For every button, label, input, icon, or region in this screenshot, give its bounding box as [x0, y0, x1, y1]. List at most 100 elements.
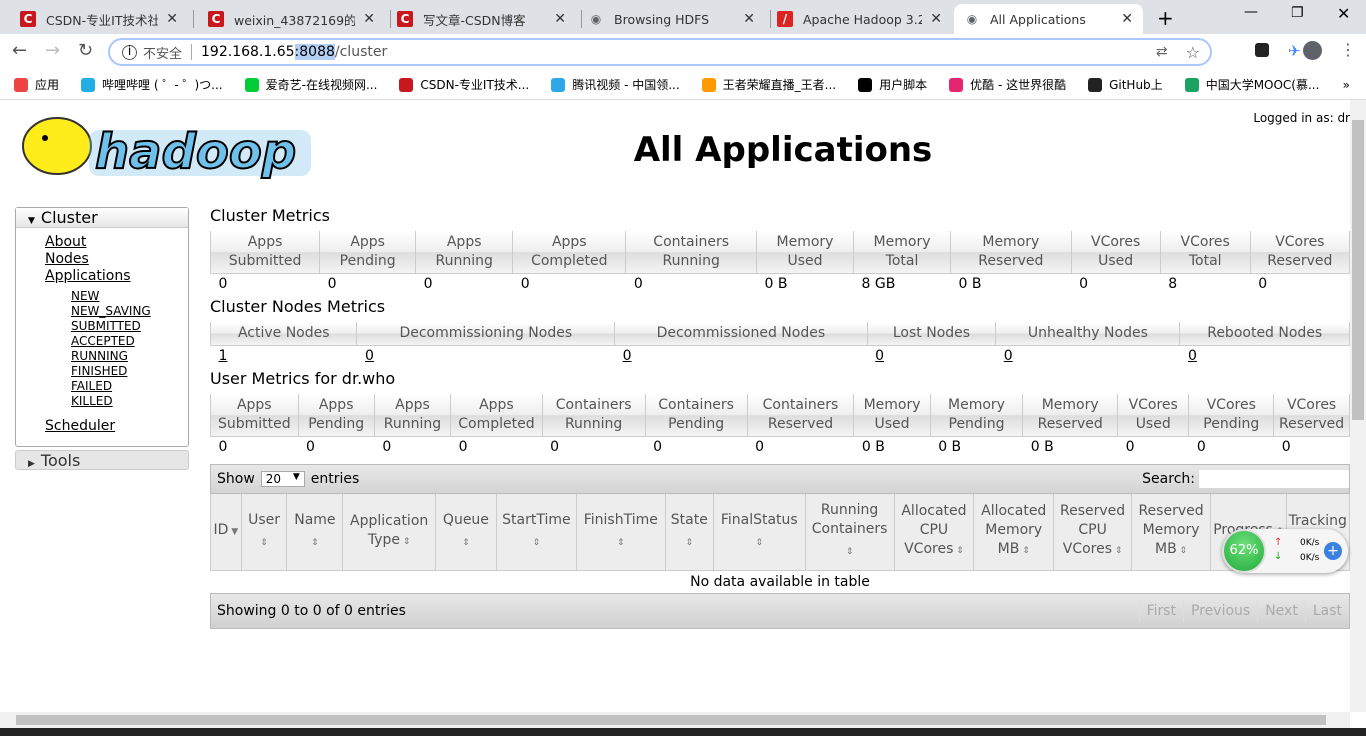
bookmark[interactable]: 中国大学MOOC(慕... [1184, 76, 1319, 93]
sidebar-link-state-finished[interactable]: FINISHED [16, 364, 188, 379]
bookmark[interactable]: 优酷 - 这世界很酷 [949, 76, 1066, 93]
url-path: /cluster [334, 44, 388, 60]
extension-icon[interactable] [1255, 43, 1269, 57]
sidebar-tools-header[interactable]: ▶ Tools [15, 450, 189, 470]
pager-last-button[interactable]: Last [1304, 600, 1349, 622]
metric-link[interactable]: 0 [1188, 348, 1197, 364]
bookmark[interactable]: 王者荣耀直播_王者... [701, 76, 836, 93]
close-tab-icon[interactable]: ✕ [166, 11, 178, 27]
header-label: ID [213, 522, 229, 539]
sortable-column-header[interactable]: Queue ⇕ [435, 494, 497, 571]
sidebar-link-state-killed[interactable]: KILLED [16, 394, 188, 409]
tab[interactable]: ◉ All Applications ✕ [954, 4, 1143, 34]
menu-icon[interactable]: ⋮ [1340, 40, 1356, 59]
bookmark[interactable]: 腾讯视频 - 中国领... [551, 76, 680, 93]
metric-value: 0 [451, 436, 543, 457]
bookmark-icon [858, 77, 873, 92]
metric-link[interactable]: 0 [623, 348, 632, 364]
close-tab-icon[interactable]: ✕ [743, 11, 755, 27]
sidebar-link-nodes[interactable]: Nodes [16, 251, 188, 268]
more-bookmarks-icon[interactable]: » [1343, 78, 1350, 92]
pager-first-button[interactable]: First [1138, 600, 1183, 622]
plus-icon[interactable]: + [1324, 542, 1342, 560]
column-header: Memory Used [755, 231, 855, 274]
minimize-icon[interactable]: — [1244, 4, 1258, 20]
close-window-icon[interactable]: ✕ [1337, 4, 1350, 23]
metric-link[interactable]: 0 [875, 348, 884, 364]
svg-text:hadoop: hadoop [95, 124, 296, 180]
back-icon[interactable]: ← [12, 40, 27, 61]
sortable-column-header[interactable]: ID ▼ [210, 494, 242, 571]
sortable-column-header[interactable]: Reserved Memory MB ⇕ [1131, 494, 1211, 571]
new-tab-icon[interactable]: + [1157, 6, 1174, 30]
extension-bird-icon[interactable]: ✈ [1288, 42, 1301, 60]
close-tab-icon[interactable]: ✕ [554, 11, 566, 27]
info-icon[interactable]: i [122, 44, 137, 60]
sidebar-link-state-new_saving[interactable]: NEW_SAVING [16, 304, 188, 319]
metric-link[interactable]: 0 [1004, 348, 1013, 364]
vertical-scrollbar[interactable] [1350, 100, 1366, 712]
sidebar-link-state-failed[interactable]: FAILED [16, 379, 188, 394]
column-header: Lost Nodes [866, 322, 997, 346]
sidebar-link-state-submitted[interactable]: SUBMITTED [16, 319, 188, 334]
sortable-column-header[interactable]: Allocated Memory MB ⇕ [973, 494, 1055, 571]
sidebar-link-state-new[interactable]: NEW [16, 289, 188, 304]
sort-icon: ⇕ [532, 537, 541, 548]
bookmark[interactable]: 用户脚本 [858, 76, 927, 93]
sortable-column-header[interactable]: User ⇕ [240, 494, 288, 571]
sortable-column-header[interactable]: Allocated CPU VCores ⇕ [893, 494, 975, 571]
metric-link[interactable]: 1 [219, 348, 228, 364]
sidebar-link-scheduler[interactable]: Scheduler [16, 418, 188, 435]
restore-icon[interactable]: ❐ [1291, 5, 1304, 21]
close-tab-icon[interactable]: ✕ [363, 11, 375, 27]
address-bar[interactable]: i 不安全 192.168.1.65:8088/cluster ⇄ ☆ [108, 38, 1212, 66]
tab[interactable]: C CSDN-专业IT技术社区 ✕ [10, 4, 188, 34]
sidebar-link-state-running[interactable]: RUNNING [16, 349, 188, 364]
bookmark[interactable]: 应用 [14, 76, 59, 93]
tab[interactable]: C 写文章-CSDN博客 ✕ [387, 4, 576, 34]
reload-icon[interactable]: ↻ [78, 40, 93, 61]
tab[interactable]: ◉ Browsing HDFS ✕ [578, 4, 765, 34]
metric-text: 0 [306, 438, 315, 455]
star-icon[interactable]: ☆ [1186, 43, 1200, 62]
bookmark-label: 腾讯视频 - 中国领... [572, 78, 680, 92]
entries-select[interactable]: 20 ▼ [260, 471, 305, 487]
sidebar-cluster-header[interactable]: ▼ Cluster [16, 208, 188, 228]
metric-text: 0 B [861, 438, 885, 455]
tab[interactable]: Cweixin_43872169的博客 ✕ [198, 4, 385, 34]
sortable-column-header[interactable]: State ⇕ [664, 494, 714, 571]
sortable-column-header[interactable]: Application Type ⇕ [342, 494, 437, 571]
sortable-column-header[interactable]: Reserved CPU VCores ⇕ [1053, 494, 1133, 571]
user-metrics-title: User Metrics for dr.who [210, 369, 396, 388]
bookmark[interactable]: GitHub上 [1088, 76, 1163, 93]
pager-previous-button[interactable]: Previous [1183, 600, 1257, 622]
sortable-column-header[interactable]: FinalStatus ⇕ [712, 494, 806, 571]
header-label: Name [294, 511, 336, 528]
search-input[interactable] [1199, 470, 1349, 488]
sortable-column-header[interactable]: Running Containers ⇕ [804, 494, 895, 571]
hadoop-logo[interactable]: hadoop [15, 110, 315, 186]
triangle-right-icon: ▶ [28, 459, 35, 469]
sortable-column-header[interactable]: FinishTime ⇕ [575, 494, 666, 571]
sidebar-link-about[interactable]: About [16, 234, 188, 251]
header-label: Containers Reserved [762, 396, 839, 432]
translate-icon[interactable]: ⇄ [1156, 44, 1168, 60]
sortable-column-header[interactable]: Name ⇕ [286, 494, 344, 571]
header-label: Apps Completed [531, 233, 608, 269]
metric-link[interactable]: 0 [365, 348, 374, 364]
tab[interactable]: / Apache Hadoop 3.2.1 ✕ [767, 4, 952, 34]
sidebar-link-applications[interactable]: Applications [16, 268, 188, 285]
bookmark[interactable]: 爱奇艺-在线视频网... [244, 76, 377, 93]
horizontal-scrollbar[interactable] [0, 712, 1350, 728]
forward-icon[interactable]: → [45, 40, 60, 61]
pager-next-button[interactable]: Next [1257, 600, 1305, 622]
column-header: Apps Pending [319, 231, 417, 274]
profile-icon[interactable] [1303, 41, 1322, 60]
network-speed-widget[interactable]: 62% ↑ ↓ 0K/s 0K/s + [1222, 529, 1348, 573]
close-tab-icon[interactable]: ✕ [1121, 11, 1133, 27]
bookmark[interactable]: 哔哩哔哩 ( ゜- ゜)つ... [81, 76, 223, 93]
sidebar-link-state-accepted[interactable]: ACCEPTED [16, 334, 188, 349]
sortable-column-header[interactable]: StartTime ⇕ [495, 494, 577, 571]
close-tab-icon[interactable]: ✕ [930, 11, 942, 27]
bookmark[interactable]: CSDN-专业IT技术... [399, 76, 529, 93]
